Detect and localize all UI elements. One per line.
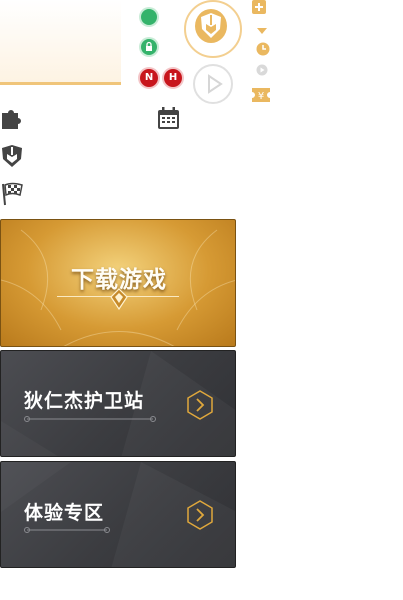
badge-h[interactable]: H <box>164 69 182 87</box>
status-dot-online[interactable] <box>141 9 157 25</box>
helmet-outline-icon[interactable] <box>0 144 24 168</box>
lock-icon <box>146 41 152 51</box>
ticket-icon[interactable]: ¥ <box>252 88 270 102</box>
lock-status-button[interactable] <box>141 39 157 55</box>
top-card <box>0 0 121 85</box>
download-game-banner[interactable]: 下载游戏 <box>0 219 236 347</box>
guard-station-banner[interactable]: 狄仁杰护卫站 <box>0 350 236 457</box>
chevron-right-icon[interactable] <box>186 390 214 420</box>
calendar-icon[interactable] <box>157 107 180 130</box>
badge-n[interactable]: N <box>140 69 158 87</box>
diamond-ornament <box>110 288 128 310</box>
title-underline <box>24 416 156 422</box>
chevron-right-icon[interactable] <box>186 500 214 530</box>
caret-down-icon[interactable] <box>256 27 268 35</box>
checkered-flag-icon[interactable] <box>0 182 24 206</box>
title-underline <box>24 527 110 533</box>
play-button[interactable] <box>193 64 233 104</box>
svg-text:¥: ¥ <box>258 91 264 102</box>
experience-zone-banner[interactable]: 体验专区 <box>0 461 236 568</box>
guard-station-title: 狄仁杰护卫站 <box>24 390 145 412</box>
plus-icon[interactable] <box>252 0 266 14</box>
experience-zone-title: 体验专区 <box>24 502 105 524</box>
puzzle-icon[interactable] <box>0 107 24 131</box>
helmet-icon <box>201 13 221 38</box>
play-small-icon[interactable] <box>256 64 268 76</box>
clock-icon[interactable] <box>256 42 270 56</box>
play-icon <box>208 74 223 94</box>
